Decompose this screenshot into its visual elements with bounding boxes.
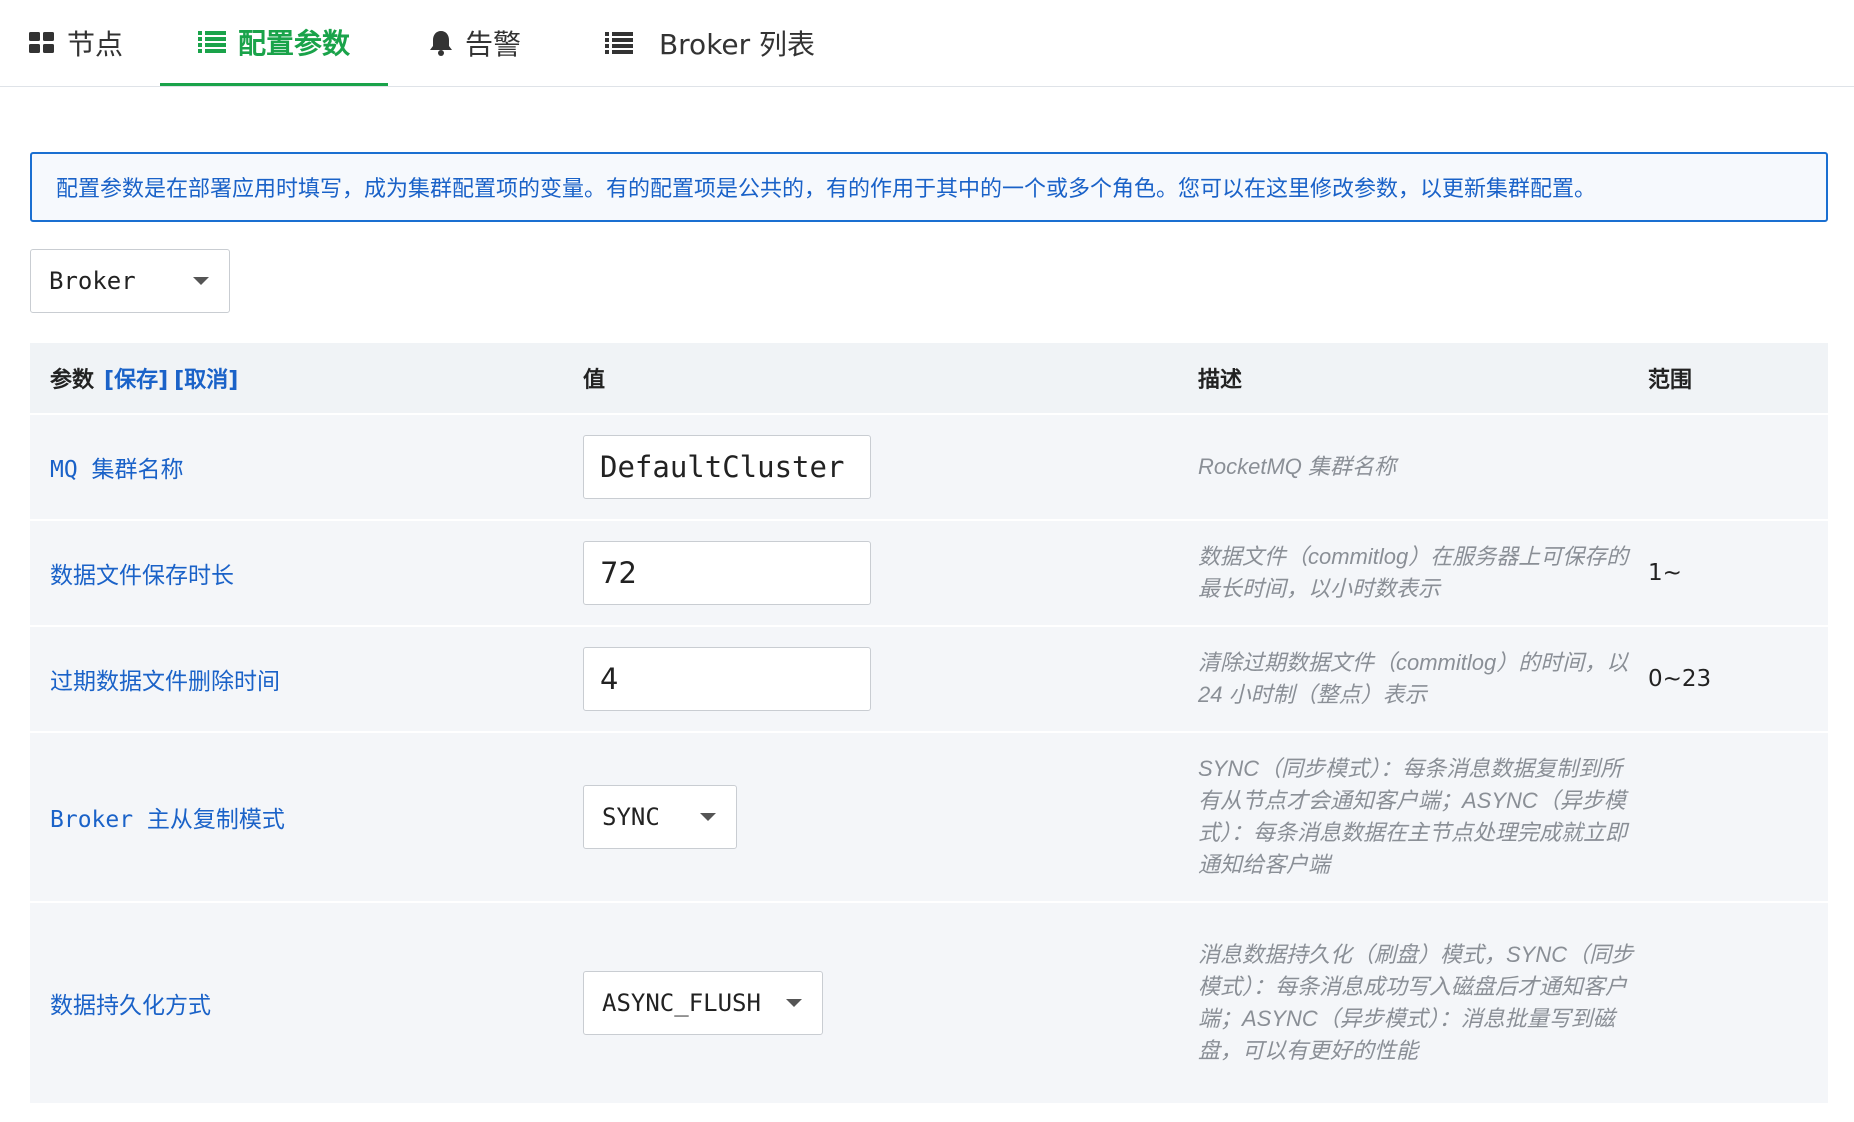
- config-table: 参数 [保存] [取消] 值 描述 范围 MQ 集群名称 RocketMQ 集群…: [30, 343, 1828, 1105]
- list-icon: [197, 30, 226, 53]
- table-row: 数据持久化方式 ASYNC_FLUSH 消息数据持久化（刷盘）模式，SYNC（同…: [30, 903, 1828, 1105]
- chevron-down-icon: [786, 999, 802, 1007]
- header-param-label: 参数: [50, 368, 95, 393]
- tab-broker-list[interactable]: Broker 列表: [590, 0, 830, 86]
- param-desc: RocketMQ 集群名称: [1198, 454, 1397, 479]
- tab-label: Broker 列表: [658, 28, 816, 61]
- tab-nodes[interactable]: 节点: [20, 0, 132, 86]
- tab-label: 告警: [464, 28, 521, 61]
- chevron-down-icon: [193, 277, 209, 285]
- table-row: 过期数据文件删除时间 清除过期数据文件（commitlog）的时间，以 24 小…: [30, 627, 1828, 733]
- table-header: 参数 [保存] [取消] 值 描述 范围: [30, 343, 1828, 415]
- param-name[interactable]: 数据持久化方式: [50, 986, 211, 1020]
- param-desc: 消息数据持久化（刷盘）模式，SYNC（同步模式）：每条消息成功写入磁盘后才通知客…: [1198, 942, 1634, 1063]
- role-select-value: Broker: [49, 267, 136, 295]
- header-param: 参数 [保存] [取消]: [50, 343, 570, 413]
- param-name[interactable]: Broker 主从复制模式: [50, 800, 285, 834]
- param-name[interactable]: 数据文件保存时长: [50, 556, 234, 590]
- param-range: 1~: [1648, 560, 1682, 586]
- param-name[interactable]: MQ 集群名称: [50, 450, 184, 484]
- flush-mode-value: ASYNC_FLUSH: [602, 989, 761, 1017]
- role-select[interactable]: Broker: [30, 249, 230, 313]
- delete-time-input[interactable]: [583, 647, 871, 711]
- flush-mode-select[interactable]: ASYNC_FLUSH: [583, 971, 823, 1035]
- replication-mode-select[interactable]: SYNC: [583, 785, 737, 849]
- list-icon: [604, 32, 633, 54]
- param-desc: 清除过期数据文件（commitlog）的时间，以 24 小时制（整点）表示: [1198, 650, 1629, 707]
- tab-label: 节点: [66, 28, 123, 61]
- tab-label: 配置参数: [237, 26, 350, 60]
- chevron-down-icon: [700, 813, 716, 821]
- param-range: 0~23: [1648, 666, 1712, 692]
- tab-alerts[interactable]: 告警: [420, 0, 530, 86]
- table-row: Broker 主从复制模式 SYNC SYNC（同步模式）：每条消息数据复制到所…: [30, 733, 1828, 903]
- retention-hours-input[interactable]: [583, 541, 871, 605]
- replication-mode-value: SYNC: [602, 803, 660, 831]
- info-banner: 配置参数是在部署应用时填写，成为集群配置项的变量。有的配置项是公共的，有的作用于…: [30, 152, 1828, 222]
- cluster-name-input[interactable]: [583, 435, 871, 499]
- param-desc: SYNC（同步模式）：每条消息数据复制到所有从节点才会通知客户端；ASYNC（异…: [1198, 756, 1628, 877]
- top-tab-bar: 节点 配置参数 告警 Broker 列表: [0, 0, 1854, 87]
- bell-icon: [429, 30, 453, 56]
- header-desc: 描述: [1198, 368, 1243, 393]
- table-row: MQ 集群名称 RocketMQ 集群名称: [30, 415, 1828, 521]
- grid-icon: [28, 32, 55, 54]
- info-text: 配置参数是在部署应用时填写，成为集群配置项的变量。有的配置项是公共的，有的作用于…: [56, 177, 1597, 202]
- header-value: 值: [583, 368, 606, 393]
- param-name[interactable]: 过期数据文件删除时间: [50, 662, 280, 696]
- header-range: 范围: [1648, 368, 1693, 393]
- tab-config-params[interactable]: 配置参数: [160, 0, 388, 86]
- cancel-link[interactable]: [取消]: [174, 362, 238, 394]
- save-link[interactable]: [保存]: [104, 362, 168, 394]
- table-row: 数据文件保存时长 数据文件（commitlog）在服务器上可保存的最长时间，以小…: [30, 521, 1828, 627]
- param-desc: 数据文件（commitlog）在服务器上可保存的最长时间，以小时数表示: [1198, 544, 1629, 601]
